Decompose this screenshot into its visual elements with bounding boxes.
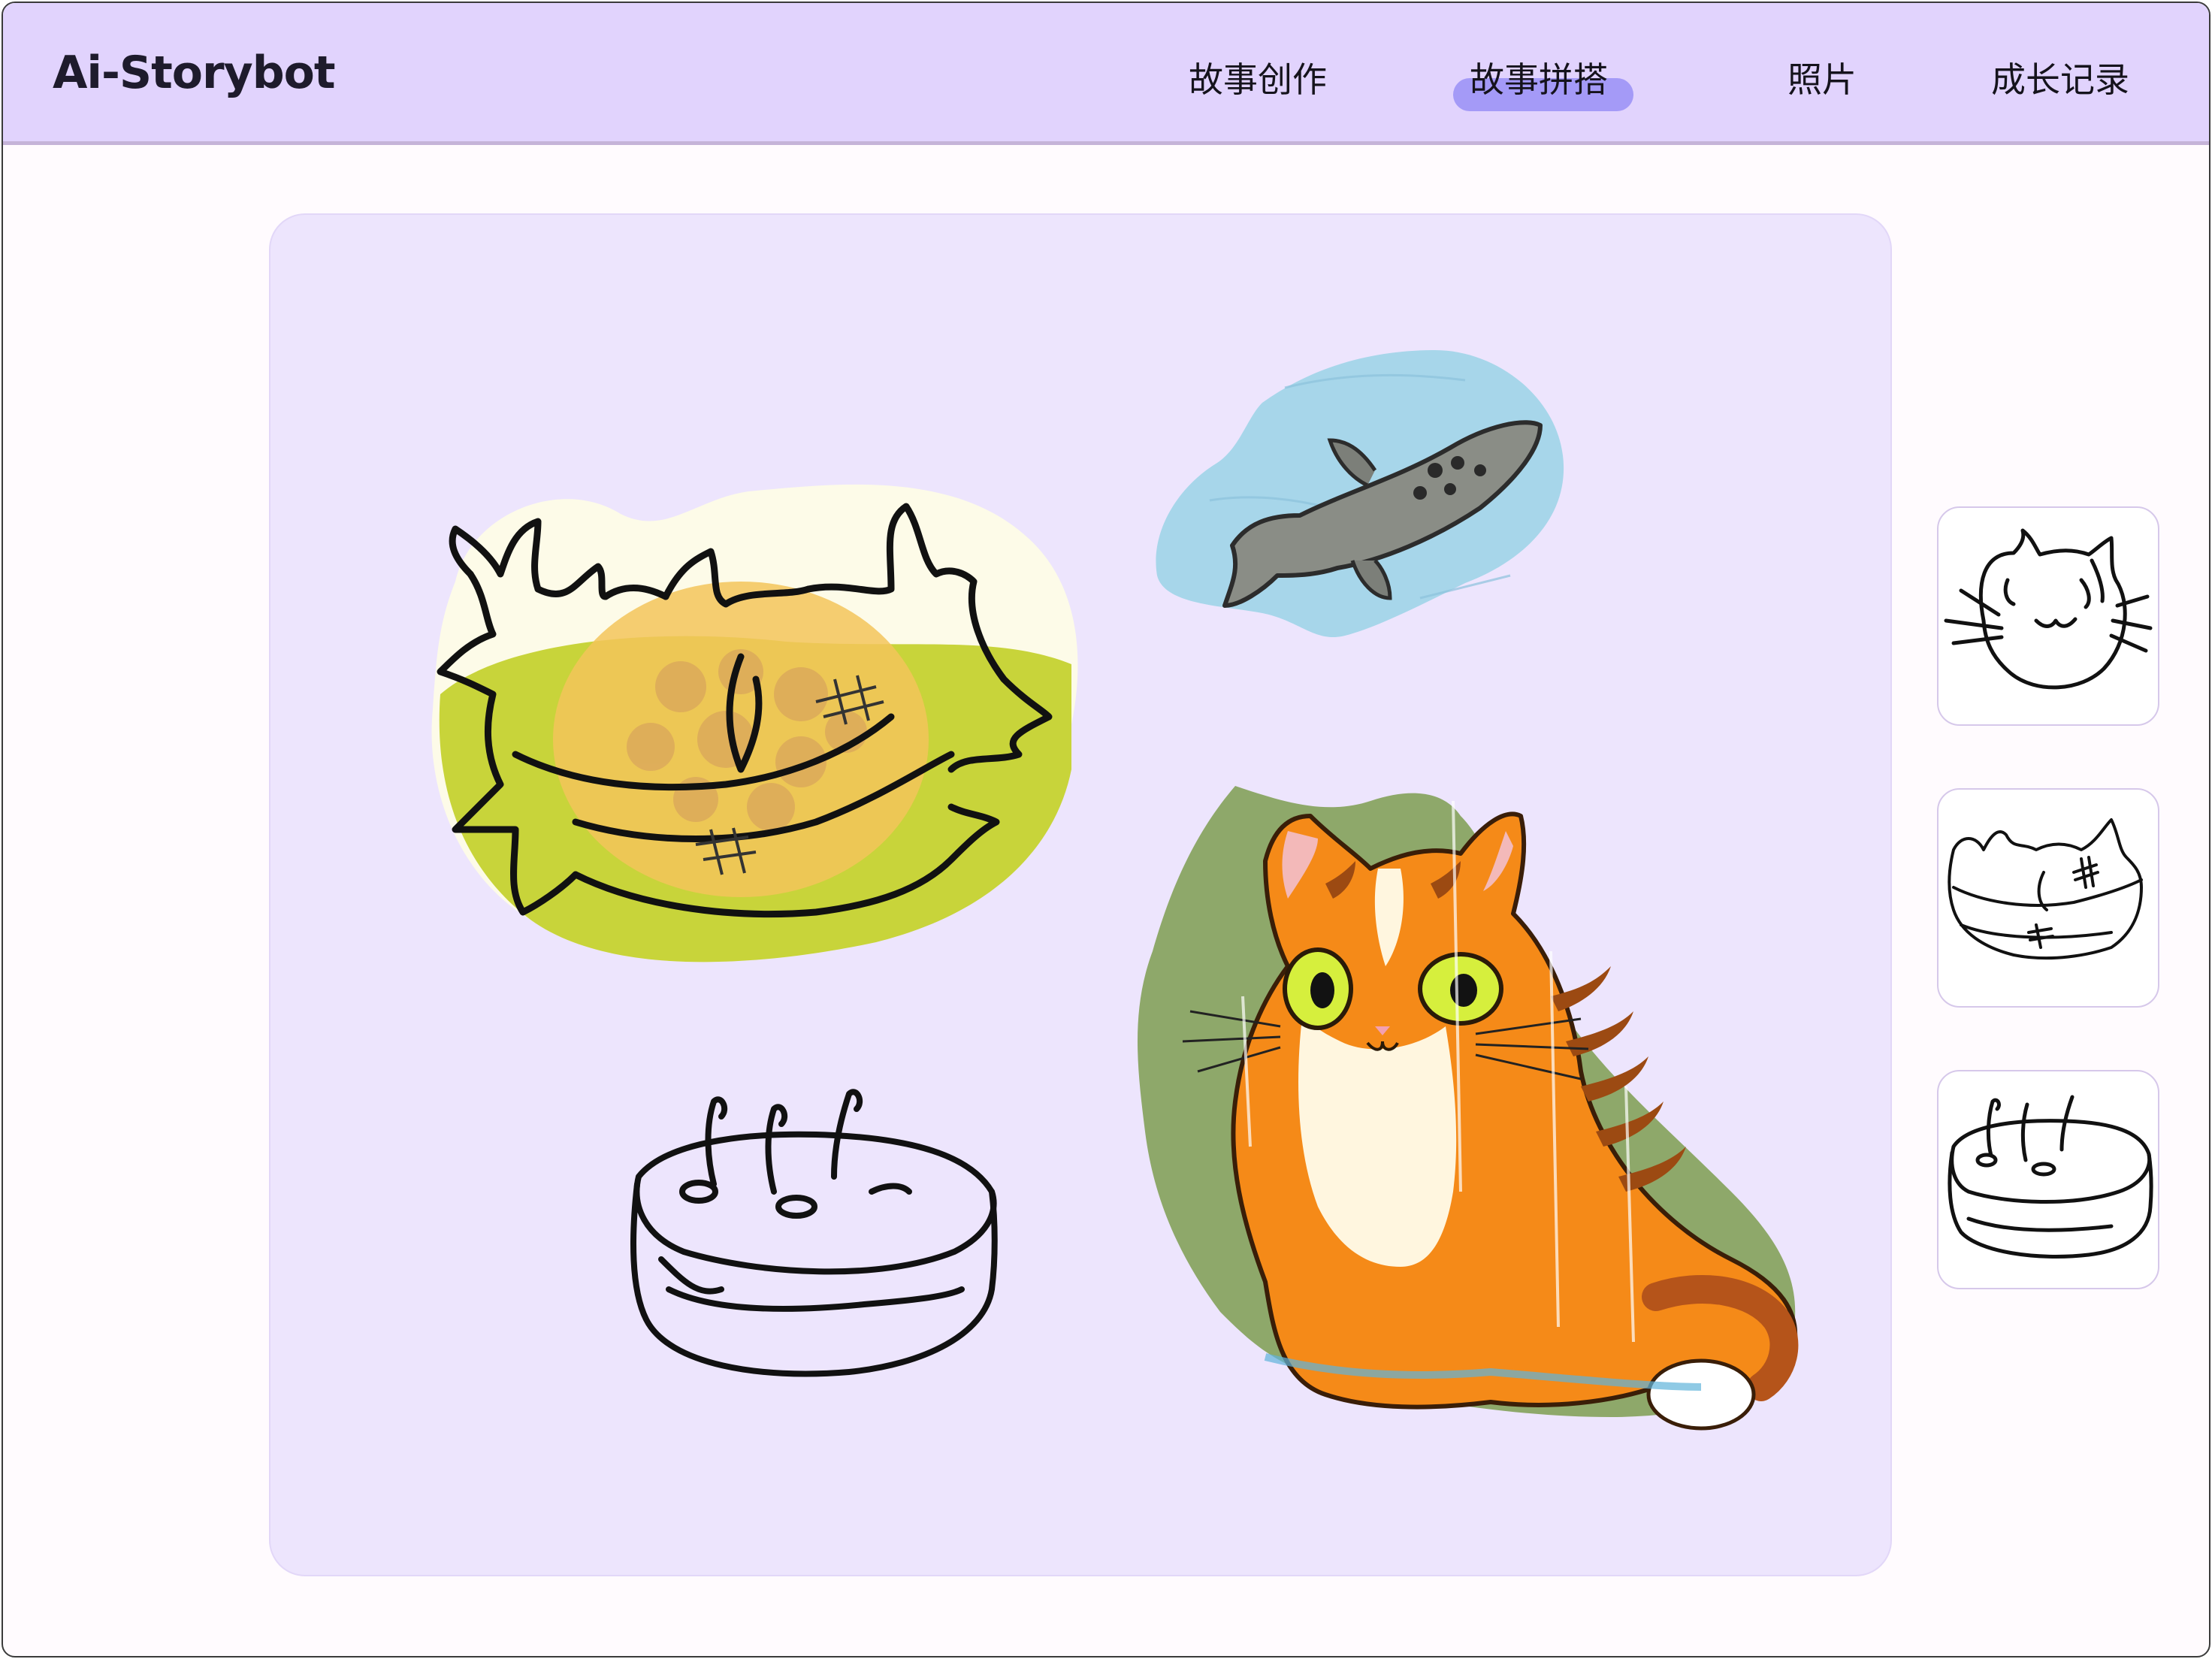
cat-sticker-icon — [1138, 786, 1799, 1431]
nav-tab-story-creation[interactable]: 故事创作 — [1189, 53, 1327, 102]
cake-sketch-icon — [630, 1089, 998, 1377]
cake-sketch-sticker[interactable] — [624, 1064, 1014, 1387]
fish-sticker-icon — [1156, 350, 1564, 638]
cat-face-sketch-icon — [1944, 528, 2153, 690]
story-canvas[interactable] — [269, 213, 1892, 1576]
nav-tab-growth-record[interactable]: 成长记录 — [1991, 53, 2129, 102]
app-title: Ai-Storybot — [53, 47, 336, 99]
thumbnail-nest[interactable] — [1937, 788, 2159, 1008]
nest-sticker-icon — [431, 484, 1078, 962]
app-window: Ai-Storybot 故事创作 故事拼搭 照片 成长记录 — [2, 2, 2210, 1657]
fish-sticker[interactable] — [1150, 350, 1570, 643]
nav-tab-photos[interactable]: 照片 — [1787, 53, 1857, 102]
cat-sticker[interactable] — [1130, 771, 1836, 1432]
nav-tab-story-building[interactable]: 故事拼搭 — [1470, 53, 1608, 102]
thumbnail-cat-face[interactable] — [1937, 506, 2159, 726]
top-navigation-bar: Ai-Storybot 故事创作 故事拼搭 照片 成长记录 — [3, 3, 2209, 145]
thumbnail-cake[interactable] — [1937, 1070, 2159, 1289]
nest-sticker[interactable] — [425, 469, 1086, 965]
nest-sketch-icon — [1948, 818, 2143, 960]
cake-sketch-icon — [1948, 1095, 2153, 1259]
